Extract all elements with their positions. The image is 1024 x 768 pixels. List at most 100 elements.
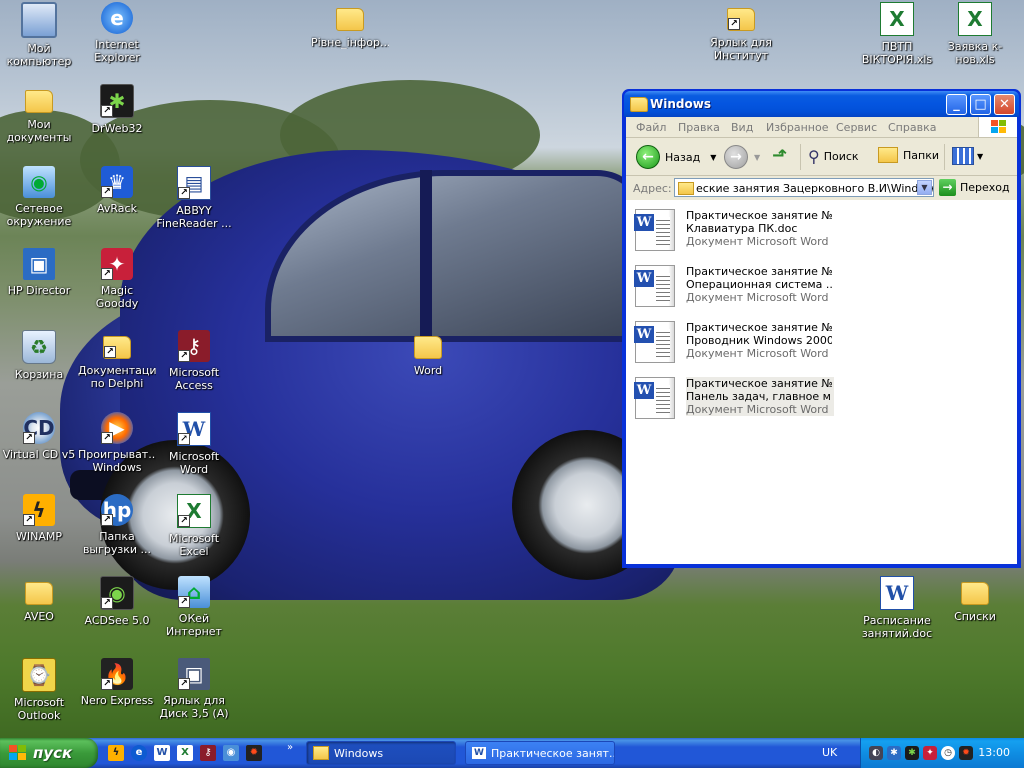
desktop-icon-nero[interactable]: 🔥 Nero Express xyxy=(78,658,156,707)
maximize-button[interactable]: □ xyxy=(970,94,991,115)
desktop-icon-access[interactable]: ⚷ Microsoft Access xyxy=(155,330,233,392)
clock[interactable]: 13:00 xyxy=(978,746,1010,759)
desktop-icon-magic-gooddy[interactable]: ✦ Magic Gooddy xyxy=(78,248,156,310)
desktop-icon-excel[interactable]: X Microsoft Excel xyxy=(155,494,233,558)
word-document-icon: W xyxy=(634,377,675,419)
desktop-icon-zayavka-xls[interactable]: X Заявка к-нов.xls xyxy=(936,2,1014,66)
views-button[interactable]: ▼ xyxy=(952,147,983,165)
desktop-icon-abbyy[interactable]: ▤ ABBYY FineReader ... xyxy=(155,166,233,230)
desktop-icon-recycle-bin[interactable]: ♻ Корзина xyxy=(0,330,78,381)
avrack-icon: ♛ xyxy=(101,166,133,198)
menu-edit[interactable]: Правка xyxy=(678,121,720,134)
word-quicklaunch-icon[interactable]: W xyxy=(154,745,170,761)
desktop-icon-spiski[interactable]: Списки xyxy=(936,576,1014,623)
back-button[interactable]: ← Назад ▼ xyxy=(636,145,716,169)
task-button-windows[interactable]: Windows xyxy=(306,741,456,765)
desktop-icon-delphi-docs[interactable]: Документация по Delphi xyxy=(78,330,156,390)
menu-view[interactable]: Вид xyxy=(731,121,753,134)
desktop-icon-pvtp-xls[interactable]: X ПВТП ВІКТОРІЯ.xls xyxy=(858,2,936,66)
folders-button[interactable]: Папки xyxy=(878,147,939,163)
menu-tools[interactable]: Сервис xyxy=(836,121,877,134)
folder-icon xyxy=(414,336,442,359)
quicklaunch-more-button[interactable]: » xyxy=(287,742,293,753)
windows-flag-icon xyxy=(9,745,27,761)
speaker-icon[interactable]: ◐ xyxy=(869,746,883,760)
window-titlebar[interactable]: Windows _ □ ✕ xyxy=(624,91,1019,117)
desktop-icon-outlook[interactable]: ⌚ Microsoft Outlook xyxy=(0,658,78,722)
address-bar: Адрес: еские занятия Зацерковного В.И\Wi… xyxy=(626,176,1017,201)
desktop-icon-okey-internet[interactable]: ⌂ ОКей Интернет xyxy=(155,576,233,638)
clock-tray-icon[interactable]: ◷ xyxy=(941,746,955,760)
desktop-icon-word[interactable]: W Microsoft Word xyxy=(155,412,233,476)
search-button[interactable]: ⚲ Поиск xyxy=(808,147,859,166)
desktop-icon-hp-director[interactable]: ▣ HP Director xyxy=(0,248,78,297)
forward-button[interactable]: → ▼ xyxy=(724,145,760,169)
desktop-icon-acdsee[interactable]: ◉ ACDSee 5.0 xyxy=(78,576,156,627)
desktop-icon-virtual-cd[interactable]: CD Virtual CD v5 xyxy=(0,412,78,461)
desktop-icon-winamp[interactable]: ϟ WINAMP xyxy=(0,494,78,543)
desktop-icon-label: ACDSee 5.0 xyxy=(84,614,150,627)
folder-icon xyxy=(678,182,694,195)
network-tray-icon[interactable]: ✱ xyxy=(887,746,901,760)
desktop-icon-my-computer[interactable]: Мой компьютер xyxy=(0,2,78,68)
network-quicklaunch-icon[interactable]: ◉ xyxy=(223,745,239,761)
spider-tray-icon[interactable]: ✹ xyxy=(959,746,973,760)
desktop-icon-hp-folder[interactable]: hp Папка выгрузки ... xyxy=(78,494,156,556)
drweb-tray-icon[interactable]: ✱ xyxy=(905,746,919,760)
minimize-button[interactable]: _ xyxy=(946,94,967,115)
file-item[interactable]: W Практическое занятие №1 Клавиатура ПК.… xyxy=(632,206,832,254)
abbyy-icon: ▤ xyxy=(177,166,211,200)
chevron-down-icon: ▼ xyxy=(921,183,928,192)
desktop-icon-label: Microsoft Access xyxy=(168,366,220,392)
folders-label: Папки xyxy=(903,148,939,162)
desktop-icon-windows-media[interactable]: ▶ Проигрыват... Windows Media xyxy=(78,412,156,474)
file-name-line2: Клавиатура ПК.doc xyxy=(686,222,798,235)
dropdown-arrow-icon: ▼ xyxy=(754,152,761,162)
windows-media-icon: ▶ xyxy=(101,412,133,444)
file-item-selected[interactable]: W Практическое занятие № 4 Панель задач,… xyxy=(632,374,834,422)
desktop-icon-label: WINAMP xyxy=(16,530,62,543)
address-input[interactable]: еские занятия Зацерковного В.И\Windows ▼ xyxy=(674,178,934,197)
windows-flag-icon xyxy=(978,117,1017,137)
excel-icon: X xyxy=(177,494,211,528)
desktop-icon-word-folder[interactable]: Word xyxy=(389,330,467,377)
desktop-icon-label: Microsoft Word xyxy=(168,450,220,476)
desktop-icon-floppy-shortcut[interactable]: ▣ Ярлык для Диск 3,5 (A) xyxy=(155,658,233,720)
hp-folder-icon: hp xyxy=(101,494,133,526)
up-button[interactable]: ⬏ xyxy=(772,145,787,166)
close-icon: ✕ xyxy=(999,97,1010,112)
menu-help[interactable]: Справка xyxy=(888,121,936,134)
desktop-icon-label: Сетевое окружение xyxy=(6,202,72,228)
word-document-icon: W xyxy=(634,321,675,363)
start-button[interactable]: пуск xyxy=(0,738,98,768)
desktop-icon-label: Папка выгрузки ... xyxy=(82,530,152,556)
file-item[interactable]: W Практическое занятие №2 Операционная с… xyxy=(632,262,832,310)
desktop-icon-drweb[interactable]: ✱ DrWeb32 xyxy=(78,84,156,135)
access-quicklaunch-icon[interactable]: ⚷ xyxy=(200,745,216,761)
desktop-icon-rivne-folder[interactable]: Рівне_інфор... xyxy=(311,2,389,49)
nero-quicklaunch-icon[interactable]: ✹ xyxy=(246,745,262,761)
menu-favorites[interactable]: Избранное xyxy=(766,121,828,134)
explorer-window: Windows _ □ ✕ Файл Правка Вид Избранное … xyxy=(622,89,1021,568)
menu-file[interactable]: Файл xyxy=(636,121,666,134)
desktop-icon-aveo[interactable]: AVEO xyxy=(0,576,78,623)
desktop-icon-raspisanie-doc[interactable]: W Расписание занятий.doc xyxy=(858,576,936,640)
excel-quicklaunch-icon[interactable]: X xyxy=(177,745,193,761)
address-dropdown-button[interactable]: ▼ xyxy=(917,180,932,195)
go-button[interactable]: → Переход xyxy=(939,179,1010,196)
close-button[interactable]: ✕ xyxy=(994,94,1015,115)
desktop-icon-network[interactable]: ◉ Сетевое окружение xyxy=(0,166,78,228)
language-indicator[interactable]: UK xyxy=(822,746,837,759)
desktop-icon-internet-explorer[interactable]: e Internet Explorer xyxy=(78,2,156,64)
okey-internet-icon: ⌂ xyxy=(178,576,210,608)
desktop-icon-avrack[interactable]: ♛ AvRack xyxy=(78,166,156,215)
task-button-word[interactable]: W Практическое занят... xyxy=(465,741,615,765)
file-item[interactable]: W Практическое занятие №3 Проводник Wind… xyxy=(632,318,832,366)
internet-explorer-quicklaunch-icon[interactable]: e xyxy=(131,745,147,761)
forward-arrow-icon: → xyxy=(724,145,748,169)
folder-up-icon: ⬏ xyxy=(772,145,788,166)
magic-gooddy-tray-icon[interactable]: ✦ xyxy=(923,746,937,760)
winamp-quicklaunch-icon[interactable]: ϟ xyxy=(108,745,124,761)
desktop-icon-my-documents[interactable]: Мои документы xyxy=(0,84,78,144)
desktop-icon-institut-shortcut[interactable]: Ярлык для Институт xyxy=(702,2,780,62)
